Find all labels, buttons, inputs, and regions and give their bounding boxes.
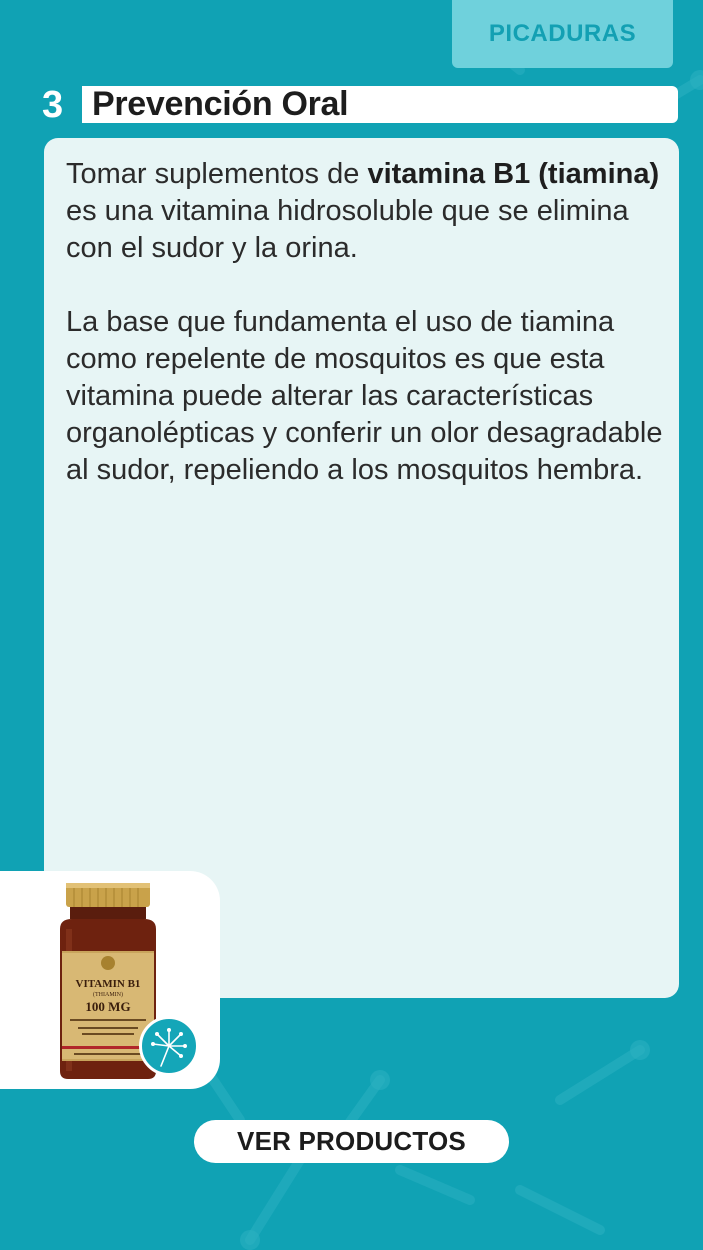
paragraph-1-intro: Tomar suplementos de <box>66 158 368 190</box>
view-products-button[interactable]: VER PRODUCTOS <box>194 1120 509 1163</box>
paragraph-1-rest: es una vitamina hidrosoluble que se elim… <box>66 195 629 264</box>
product-card[interactable]: VITAMIN B1 (THIAMIN) 100 MG <box>0 871 220 1089</box>
section-number: 3 <box>42 84 64 126</box>
dandelion-icon <box>151 1028 187 1067</box>
category-tab-label: PICADURAS <box>488 20 637 47</box>
paragraph-1: Tomar suplementos de vitamina B1 (tiamin… <box>66 156 671 267</box>
label-thiamin: (THIAMIN) <box>93 991 123 998</box>
label-dose: 100 MG <box>85 999 130 1014</box>
brand-badge <box>139 1016 199 1076</box>
label-vitamin-name: VITAMIN B1 <box>76 978 141 990</box>
content-card: Tomar suplementos de vitamina B1 (tiamin… <box>44 138 679 998</box>
view-products-label: VER PRODUCTOS <box>237 1126 466 1156</box>
paragraph-1-highlight: vitamina B1 (tiamina) <box>367 158 660 190</box>
section-title-bar: Prevención Oral <box>82 85 678 123</box>
paragraph-2: La base que fundamenta el uso de tiamina… <box>66 306 663 486</box>
category-tab[interactable]: PICADURAS <box>452 0 673 68</box>
section-title: Prevención Oral <box>92 85 349 123</box>
